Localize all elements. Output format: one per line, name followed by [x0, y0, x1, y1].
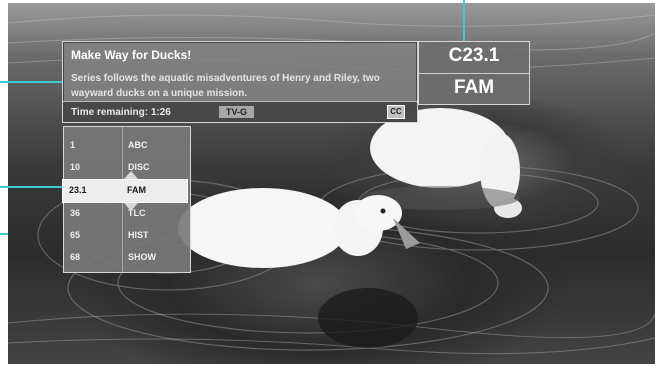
program-info-footer: Time remaining: 1:26 TV-G CC — [63, 101, 417, 122]
channel-row[interactable]: 68 SHOW — [64, 247, 190, 269]
program-title: Make Way for Ducks! — [71, 48, 192, 62]
callout-line-list — [0, 186, 63, 188]
channel-row-number: 10 — [70, 162, 81, 172]
down-arrow-icon[interactable] — [124, 203, 138, 211]
callout-line-info — [0, 81, 62, 83]
program-description: Series follows the aquatic misadventures… — [71, 73, 380, 99]
program-info-panel: Make Way for Ducks! Series follows the a… — [62, 41, 418, 123]
channel-row-number: 1 — [70, 140, 76, 150]
current-channel-name: FAM — [453, 77, 495, 98]
channel-row[interactable]: 1 ABC — [64, 135, 190, 157]
channel-row-name: FAM — [127, 185, 146, 195]
time-remaining: Time remaining: 1:26 — [71, 107, 171, 118]
channel-row-number: 23.1 — [69, 185, 87, 195]
callout-line-small — [0, 233, 8, 235]
current-channel-box: C23.1 FAM — [418, 41, 530, 105]
channel-row-number: 68 — [70, 252, 81, 262]
cc-icon: CC — [387, 105, 405, 119]
channel-row-name: SHOW — [128, 252, 156, 262]
channel-row[interactable]: 65 HIST — [64, 225, 190, 247]
rating-badge: TV-G — [219, 106, 255, 118]
channel-box-divider — [419, 73, 529, 74]
channel-list: 1 ABC 10 DISC 23.1 FAM 36 TLC 65 HIST 68… — [62, 126, 191, 273]
channel-row-number: 36 — [70, 208, 81, 218]
channel-row-number: 65 — [70, 230, 81, 240]
current-channel-number: C23.1 — [448, 45, 500, 66]
callout-line-top — [463, 0, 465, 41]
up-arrow-icon[interactable] — [124, 171, 138, 179]
channel-row-selected[interactable]: 23.1 FAM — [62, 179, 188, 203]
channel-row-name: HIST — [128, 230, 149, 240]
channel-row-name: ABC — [128, 140, 148, 150]
